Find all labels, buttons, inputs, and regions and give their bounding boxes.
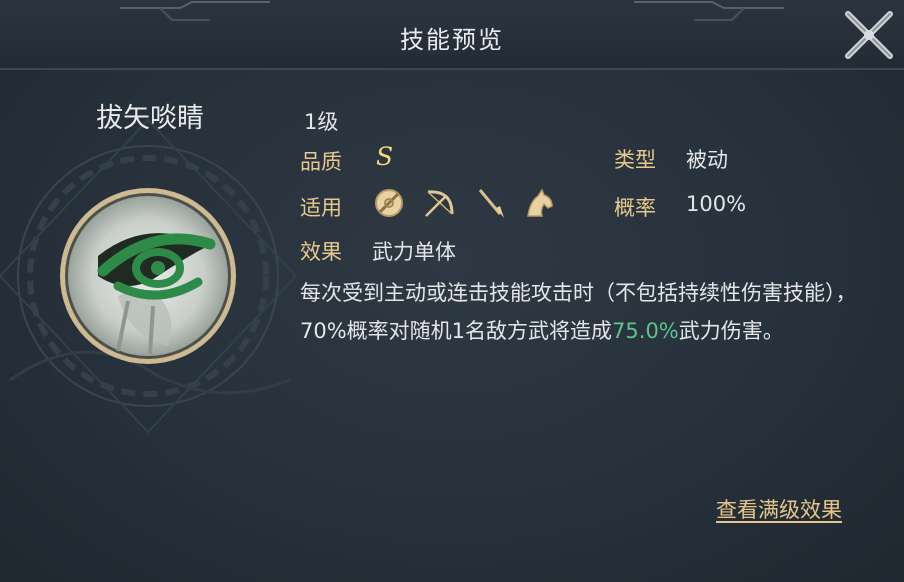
close-icon <box>845 11 893 59</box>
skill-icon <box>58 186 238 366</box>
apply-label: 适用 <box>300 196 342 220</box>
close-button[interactable] <box>838 4 900 66</box>
header-divider <box>0 68 904 70</box>
quality-value: S <box>376 142 394 171</box>
rate-value: 100% <box>686 192 747 216</box>
type-label: 类型 <box>614 148 656 172</box>
rate-label: 概率 <box>614 196 656 220</box>
damage-percent: 75.0% <box>612 319 679 343</box>
skill-name: 拔矢啖睛 <box>96 103 204 134</box>
view-max-level-link[interactable]: 查看满级效果 <box>716 494 842 524</box>
header-bar: 技能预览 <box>0 0 904 70</box>
horse-icon <box>527 188 553 217</box>
bow-icon <box>425 190 454 217</box>
effect-value: 武力单体 <box>372 240 456 264</box>
description-tail: 武力伤害。 <box>678 319 784 343</box>
type-value: 被动 <box>686 148 728 172</box>
skill-level: 1级 <box>304 110 339 134</box>
page-title: 技能预览 <box>400 26 504 54</box>
effect-label: 效果 <box>300 240 342 264</box>
spear-icon <box>478 189 504 218</box>
quality-label: 品质 <box>300 150 342 174</box>
skill-preview-panel: 技能预览 拔矢啖睛 1级 品质 S 类型 被动 适用 概率 100% 效果 武力… <box>0 0 904 582</box>
skill-description: 每次受到主动或连击技能攻击时（不包括持续性伤害技能），70%概率对随机1名敌方武… <box>300 274 880 350</box>
shield-icon <box>375 189 403 217</box>
